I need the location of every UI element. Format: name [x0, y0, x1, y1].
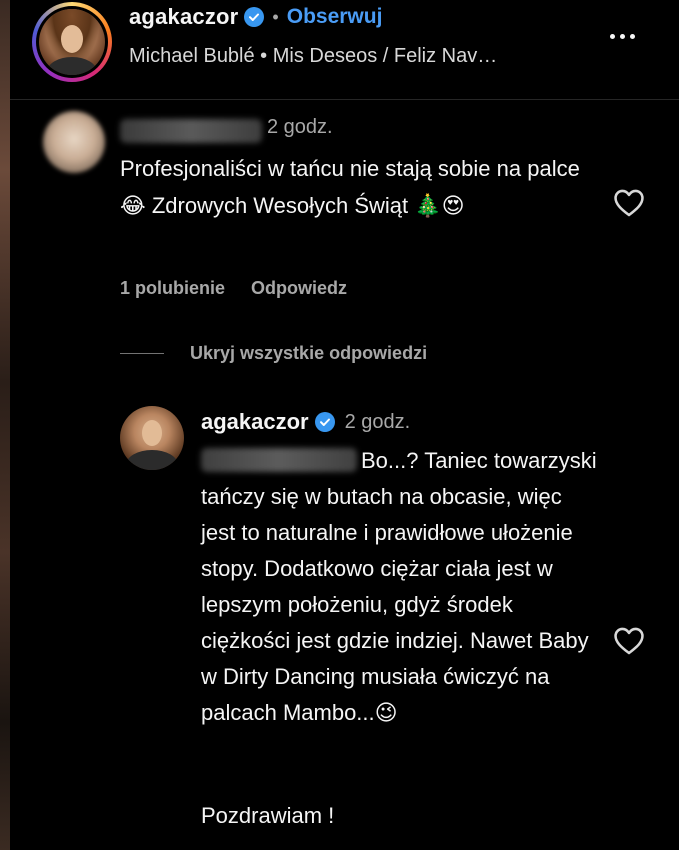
story-ring-avatar[interactable]	[32, 2, 112, 82]
comments-modal: agakaczor • Obserwuj Michael Bublé • Mis…	[0, 0, 679, 850]
reply-button[interactable]: Odpowiedz	[251, 278, 347, 299]
hide-replies-toggle[interactable]: Ukryj wszystkie odpowiedzi	[120, 343, 427, 364]
follow-button[interactable]: Obserwuj	[287, 5, 383, 29]
reply-avatar-face	[142, 420, 162, 446]
commenter-avatar[interactable]	[43, 111, 105, 173]
comment-text: Profesjonaliści w tańcu nie stają sobie …	[120, 156, 580, 218]
commenter-username-redacted	[120, 119, 262, 143]
avatar-border	[36, 6, 108, 78]
background-photo-strip	[0, 0, 10, 850]
audio-track-label[interactable]: Michael Bublé • Mis Deseos / Feliz Nav…	[129, 45, 589, 68]
verified-badge-icon	[314, 412, 335, 432]
header-username-row: agakaczor • Obserwuj	[129, 4, 382, 30]
avatar	[39, 9, 105, 75]
like-comment-heart-icon[interactable]	[612, 186, 646, 220]
comment-actions: 1 polubienie Odpowiedz	[120, 278, 347, 299]
comment-timestamp: 2 godz.	[267, 116, 333, 138]
hide-replies-label: Ukryj wszystkie odpowiedzi	[190, 343, 428, 363]
post-header: agakaczor • Obserwuj Michael Bublé • Mis…	[10, 0, 679, 100]
header-username[interactable]: agakaczor	[129, 4, 238, 30]
hide-replies-line	[120, 353, 164, 354]
reply-avatar[interactable]	[120, 406, 184, 470]
like-reply-heart-icon[interactable]	[612, 624, 646, 658]
reply-avatar-shoulder	[126, 450, 178, 470]
reply-timestamp: 2 godz.	[344, 410, 411, 433]
avatar-face	[61, 25, 83, 53]
reply-text: Bo...? Taniec towarzyski tańczy się w bu…	[201, 448, 597, 725]
header-divider	[10, 99, 679, 100]
more-options-icon[interactable]	[602, 26, 642, 46]
verified-badge-icon	[244, 7, 265, 27]
header-separator: •	[272, 6, 279, 27]
reply-username[interactable]: agakaczor	[201, 409, 309, 435]
reply-header: agakaczor 2 godz.	[201, 409, 410, 435]
comment-likes-count[interactable]: 1 polubienie	[120, 278, 225, 299]
reply-signoff: Pozdrawiam !	[201, 803, 335, 828]
